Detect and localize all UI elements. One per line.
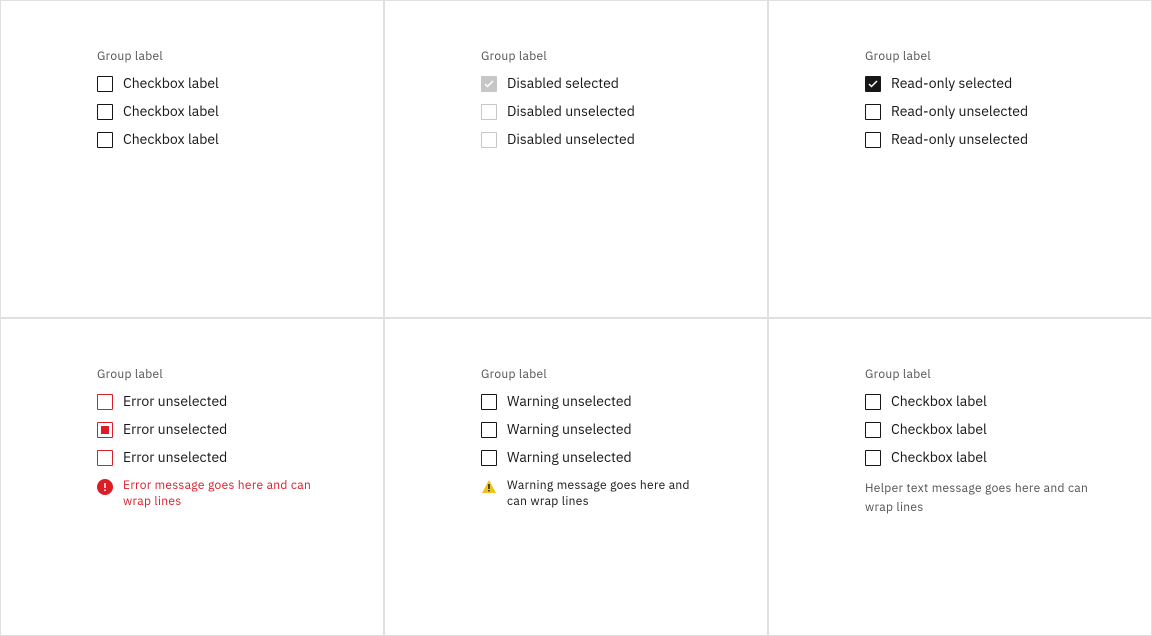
checkbox-item[interactable]: Checkbox label bbox=[865, 390, 1151, 414]
checkbox-label: Read-only unselected bbox=[891, 103, 1028, 121]
checkbox-group-readonly: Group label Read-only selected Read-only… bbox=[768, 0, 1152, 318]
checkbox-label: Read-only selected bbox=[891, 75, 1012, 93]
checkbox-icon bbox=[481, 104, 497, 120]
checkbox-icon[interactable] bbox=[97, 76, 113, 92]
checkbox-icon[interactable] bbox=[97, 450, 113, 466]
checkbox-icon[interactable] bbox=[481, 450, 497, 466]
checkbox-item: Read-only unselected bbox=[865, 100, 1151, 124]
checkbox-label: Error unselected bbox=[123, 393, 227, 411]
checkbox-label: Warning unselected bbox=[507, 421, 632, 439]
checkbox-label: Disabled selected bbox=[507, 75, 619, 93]
warning-message: Warning message goes here and can wrap l… bbox=[481, 478, 705, 510]
checkbox-label: Warning unselected bbox=[507, 393, 632, 411]
checkbox-icon[interactable] bbox=[97, 394, 113, 410]
checkbox-icon[interactable] bbox=[97, 132, 113, 148]
checkbox-group-disabled: Group label Disabled selected Disabled u… bbox=[384, 0, 768, 318]
group-label: Group label bbox=[481, 367, 767, 382]
checkbox-icon[interactable] bbox=[97, 422, 113, 438]
checkbox-icon bbox=[481, 76, 497, 92]
group-label: Group label bbox=[865, 49, 1151, 64]
checkbox-label: Disabled unselected bbox=[507, 103, 635, 121]
checkbox-icon[interactable] bbox=[865, 394, 881, 410]
checkbox-label: Checkbox label bbox=[891, 393, 987, 411]
group-label: Group label bbox=[481, 49, 767, 64]
checkbox-label: Error unselected bbox=[123, 421, 227, 439]
checkbox-item[interactable]: Checkbox label bbox=[97, 72, 383, 96]
checkbox-item[interactable]: Checkbox label bbox=[865, 446, 1151, 470]
checkbox-item[interactable]: Error unselected bbox=[97, 418, 383, 442]
checkbox-item[interactable]: Checkbox label bbox=[97, 128, 383, 152]
checkbox-icon bbox=[865, 104, 881, 120]
checkbox-item[interactable]: Error unselected bbox=[97, 446, 383, 470]
checkbox-group-error: Group label Error unselected Error unsel… bbox=[0, 318, 384, 636]
checkbox-item: Disabled selected bbox=[481, 72, 767, 96]
checkbox-icon bbox=[865, 132, 881, 148]
checkbox-item[interactable]: Warning unselected bbox=[481, 390, 767, 414]
checkbox-icon bbox=[865, 76, 881, 92]
checkbox-item[interactable]: Checkbox label bbox=[97, 100, 383, 124]
checkbox-item[interactable]: Warning unselected bbox=[481, 418, 767, 442]
checkbox-icon[interactable] bbox=[481, 394, 497, 410]
checkbox-icon bbox=[481, 132, 497, 148]
checkbox-label: Read-only unselected bbox=[891, 131, 1028, 149]
warning-message-text: Warning message goes here and can wrap l… bbox=[507, 478, 705, 510]
checkbox-icon[interactable] bbox=[97, 104, 113, 120]
error-message: Error message goes here and can wrap lin… bbox=[97, 478, 321, 510]
helper-message-text: Helper text message goes here and can wr… bbox=[865, 481, 1088, 515]
checkbox-icon[interactable] bbox=[865, 422, 881, 438]
checkbox-label: Checkbox label bbox=[123, 131, 219, 149]
checkbox-item[interactable]: Warning unselected bbox=[481, 446, 767, 470]
checkbox-item: Read-only selected bbox=[865, 72, 1151, 96]
checkbox-label: Checkbox label bbox=[891, 449, 987, 467]
checkbox-states-grid: Group label Checkbox label Checkbox labe… bbox=[0, 0, 1152, 636]
checkmark-icon bbox=[484, 80, 494, 88]
helper-message: Helper text message goes here and can wr… bbox=[865, 478, 1089, 516]
group-label: Group label bbox=[97, 49, 383, 64]
checkmark-icon bbox=[868, 80, 878, 88]
checkbox-item[interactable]: Error unselected bbox=[97, 390, 383, 414]
error-filled-icon bbox=[97, 479, 113, 495]
checkbox-icon[interactable] bbox=[481, 422, 497, 438]
checkbox-item: Disabled unselected bbox=[481, 128, 767, 152]
group-label: Group label bbox=[865, 367, 1151, 382]
checkbox-label: Checkbox label bbox=[123, 75, 219, 93]
checkbox-label: Error unselected bbox=[123, 449, 227, 467]
checkbox-group-default: Group label Checkbox label Checkbox labe… bbox=[0, 0, 384, 318]
warning-filled-icon bbox=[481, 479, 497, 495]
error-message-text: Error message goes here and can wrap lin… bbox=[123, 478, 321, 510]
checkbox-label: Disabled unselected bbox=[507, 131, 635, 149]
checkbox-label: Checkbox label bbox=[891, 421, 987, 439]
checkbox-item: Disabled unselected bbox=[481, 100, 767, 124]
checkbox-label: Checkbox label bbox=[123, 103, 219, 121]
checkbox-group-helper: Group label Checkbox label Checkbox labe… bbox=[768, 318, 1152, 636]
checkbox-group-warning: Group label Warning unselected Warning u… bbox=[384, 318, 768, 636]
checkbox-item[interactable]: Checkbox label bbox=[865, 418, 1151, 442]
checkbox-icon[interactable] bbox=[865, 450, 881, 466]
group-label: Group label bbox=[97, 367, 383, 382]
checkbox-label: Warning unselected bbox=[507, 449, 632, 467]
checkbox-item: Read-only unselected bbox=[865, 128, 1151, 152]
